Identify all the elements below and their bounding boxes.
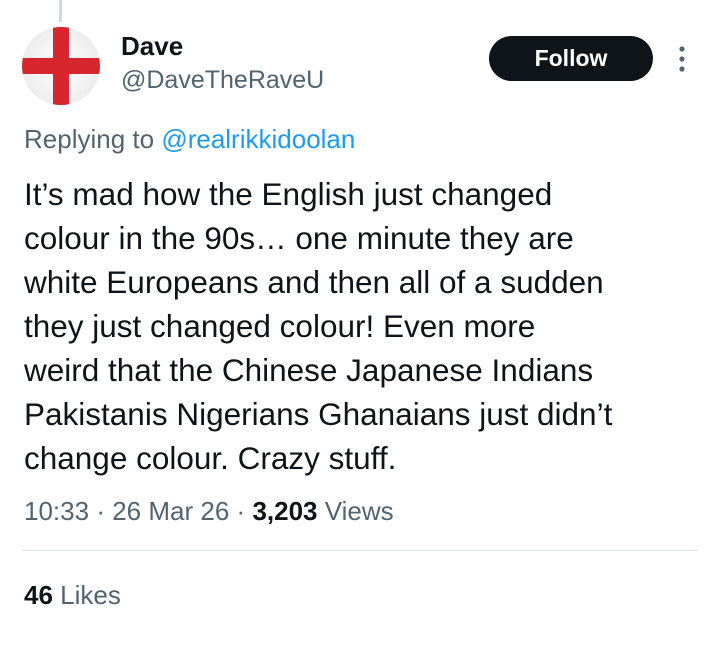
tweet-text-line: Pakistanis Nigerians Ghanaians just didn… <box>24 396 613 432</box>
follow-button[interactable]: Follow <box>489 36 653 81</box>
views-count: 3,203 <box>252 496 318 526</box>
meta-separator: · <box>236 496 246 526</box>
tweet-time[interactable]: 10:33 <box>24 496 89 526</box>
tweet-text-line: It’s mad how the English just changed <box>24 176 553 212</box>
likes-label: Likes <box>60 580 121 610</box>
views-label: Views <box>324 496 394 526</box>
more-vertical-icon[interactable] <box>670 42 694 76</box>
author-display-name[interactable]: Dave <box>121 30 183 62</box>
reply-mention-link[interactable]: @realrikkidoolan <box>161 124 355 154</box>
tweet-date[interactable]: 26 Mar 26 <box>112 496 229 526</box>
tweet-text-line: weird that the Chinese Japanese Indians <box>24 352 594 388</box>
tweet-text-line: colour in the 90s… one minute they are <box>24 220 574 256</box>
meta-separator: · <box>96 496 105 526</box>
likes-count: 46 <box>24 580 53 610</box>
tweet-text-line: white Europeans and then all of a sudden <box>24 264 604 300</box>
divider <box>22 550 698 551</box>
likes-link[interactable]: 46 Likes <box>24 579 121 611</box>
tweet-text: It’s mad how the English just changed co… <box>24 172 704 480</box>
author-handle[interactable]: @DaveTheRaveU <box>121 64 324 96</box>
replying-to-label: Replying to <box>24 124 155 154</box>
tweet-text-line: they just changed colour! Even more <box>24 308 536 344</box>
thread-connector-line <box>59 0 62 22</box>
avatar[interactable] <box>22 27 100 105</box>
tweet-text-line: change colour. Crazy stuff. <box>24 440 397 476</box>
tweet-meta: 10:33 · 26 Mar 26 · 3,203 Views <box>24 494 394 528</box>
replying-to: Replying to @realrikkidoolan <box>24 123 355 155</box>
england-flag-icon <box>22 27 100 105</box>
